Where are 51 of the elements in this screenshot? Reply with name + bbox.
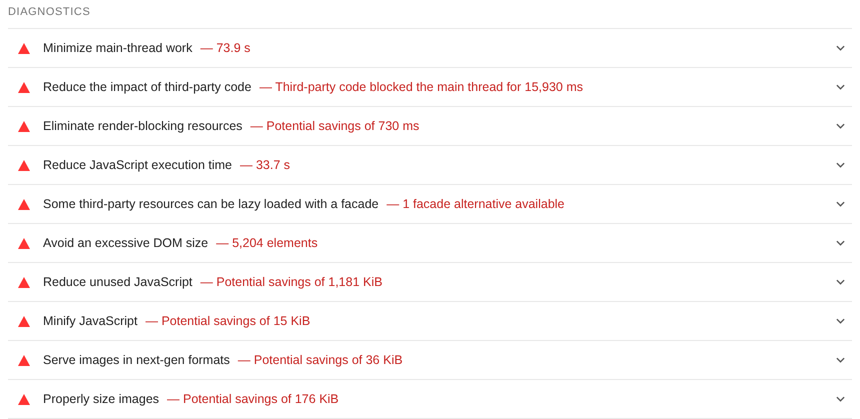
audit-value: — 73.9 s	[200, 41, 250, 55]
audit-row[interactable]: Serve images in next-gen formats — Potential savings of 36 KiB	[8, 341, 852, 380]
audit-row[interactable]: Eliminate render-blocking resources — Potential savings of 730 ms	[8, 107, 852, 146]
audit-row[interactable]: Avoid an excessive DOM size — 5,204 elements	[8, 224, 852, 263]
warning-triangle-icon	[18, 120, 30, 132]
audit-title: Reduce unused JavaScript	[43, 275, 192, 289]
audit-row[interactable]: Minimize main-thread work — 73.9 s	[8, 29, 852, 68]
audit-value: — Potential savings of 176 KiB	[167, 392, 339, 406]
chevron-icon[interactable]	[836, 123, 845, 129]
chevron-icon[interactable]	[836, 357, 845, 363]
audit-value: — Potential savings of 15 KiB	[145, 314, 310, 328]
warning-triangle-icon	[18, 42, 30, 54]
audit-title: Reduce JavaScript execution time	[43, 158, 232, 172]
warning-triangle-icon	[18, 316, 30, 326]
audit-value: — Third-party code blocked the main thread for 15,930 ms	[259, 80, 584, 94]
audit-value: — Potential savings of 36 KiB	[238, 353, 403, 367]
audit-row[interactable]: Reduce JavaScript execution time — 33.7 s	[8, 146, 852, 185]
audit-row[interactable]: Reduce unused JavaScript — Potential savings of 1,181 KiB	[8, 263, 852, 302]
section-title: DIAGNOSTICS	[8, 0, 852, 29]
audit-value: — 5,204 elements	[216, 236, 318, 250]
audit-row[interactable]: Some third-party resources can be lazy loaded with a facade — 1 facade alternative available	[8, 185, 852, 224]
audit-title: Minify JavaScript	[43, 314, 138, 328]
warning-triangle-icon	[18, 354, 30, 366]
audit-row[interactable]: Minify JavaScript — Potential savings of 15 KiB	[8, 302, 852, 341]
audit-title: Avoid an excessive DOM size	[43, 236, 208, 250]
warning-triangle-icon	[18, 276, 30, 288]
chevron-icon[interactable]	[836, 45, 845, 51]
audit-value: — Potential savings of 1,181 KiB	[200, 275, 382, 289]
chevron-icon[interactable]	[836, 162, 845, 168]
chevron-icon[interactable]	[836, 279, 845, 285]
chevron-icon[interactable]	[836, 240, 845, 246]
audit-row[interactable]: Properly size images — Potential savings of 176 KiB	[8, 380, 852, 419]
audit-title: Some third-party resources can be lazy loaded with a facade	[43, 197, 379, 211]
warning-triangle-icon	[18, 160, 30, 170]
audit-row[interactable]: Reduce the impact of third-party code — Third-party code blocked the main thread for 15,930 ms	[8, 68, 852, 107]
audit-value: — Potential savings of 730 ms	[250, 119, 420, 133]
chevron-icon[interactable]	[836, 396, 845, 402]
audit-title: Minimize main-thread work	[43, 41, 192, 55]
audit-title: Reduce the impact of third-party code	[43, 80, 252, 94]
audit-value: — 1 facade alternative available	[386, 197, 564, 211]
audit-title: Serve images in next-gen formats	[43, 353, 230, 367]
audit-title: Properly size images	[43, 392, 160, 406]
warning-triangle-icon	[18, 198, 30, 210]
chevron-icon[interactable]	[836, 201, 845, 207]
warning-triangle-icon	[18, 238, 30, 248]
warning-triangle-icon	[18, 394, 30, 404]
chevron-icon[interactable]	[836, 84, 845, 90]
audit-title: Eliminate render-blocking resources	[43, 119, 242, 133]
chevron-icon[interactable]	[836, 318, 845, 324]
warning-triangle-icon	[18, 82, 30, 92]
audit-value: — 33.7 s	[240, 158, 290, 172]
